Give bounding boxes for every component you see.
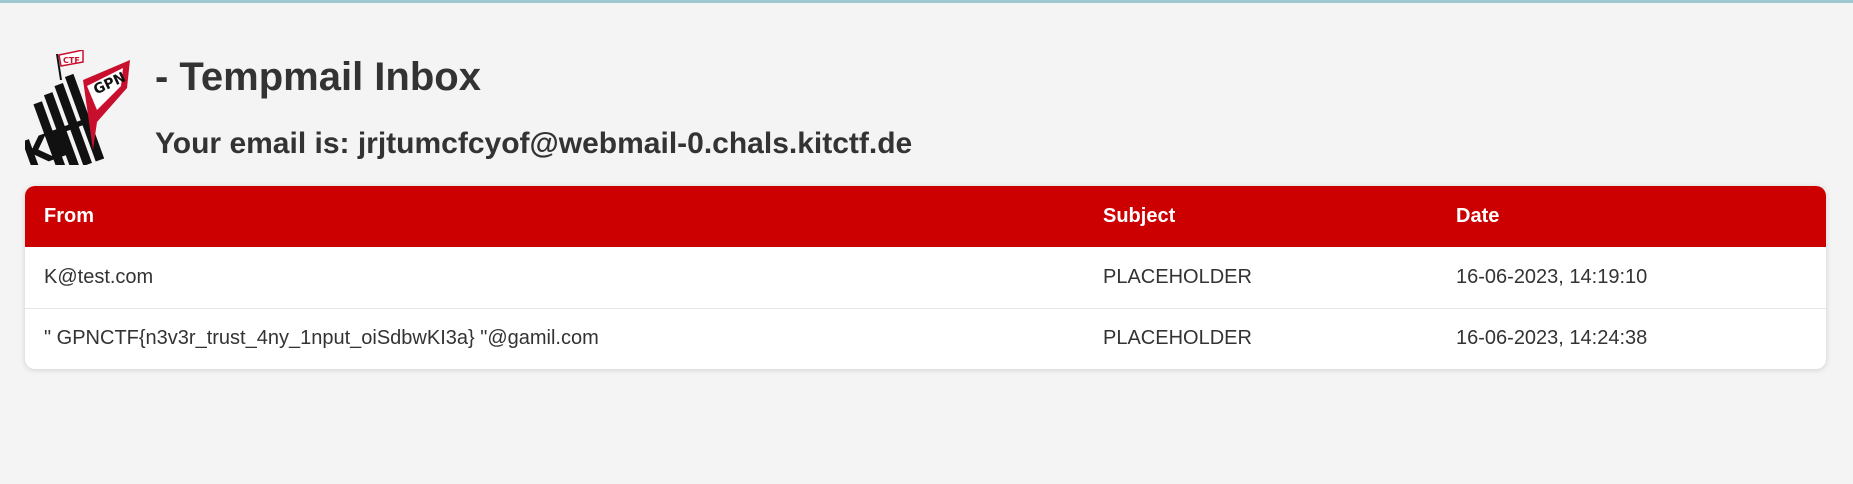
email-address-label: Your email is: jrjtumcfcyof@webmail-0.ch… xyxy=(155,127,913,160)
cell-from: " GPNCTF{n3v3r_trust_4ny_1nput_oiSdbwKI3… xyxy=(25,307,1084,369)
cell-subject: PLACEHOLDER xyxy=(1103,265,1252,288)
table-row[interactable]: " GPNCTF{n3v3r_trust_4ny_1nput_oiSdbwKI3… xyxy=(25,307,1826,369)
column-header-from: From xyxy=(44,205,94,227)
column-header-date: Date xyxy=(1456,205,1500,227)
svg-text:CTF: CTF xyxy=(63,56,80,65)
cell-from: K@test.com xyxy=(44,265,154,288)
cell-subject: PLACEHOLDER xyxy=(1084,307,1437,369)
page-title: - Tempmail Inbox xyxy=(155,55,481,99)
kit-gpn-ctf-logo: KIT GPN CTF xyxy=(25,50,130,165)
inbox-table: From Subject Date K@test.com PLACEHOLDER… xyxy=(25,186,1826,369)
table-row[interactable]: K@test.com PLACEHOLDER 16-06-2023, 14:19… xyxy=(25,247,1826,308)
cell-date: 16-06-2023, 14:19:10 xyxy=(1456,265,1648,288)
window-top-border xyxy=(0,0,1853,3)
column-header-subject: Subject xyxy=(1103,205,1176,227)
page-header: KIT GPN CTF - Tempmail Inbox Your email … xyxy=(25,50,925,165)
table-header-row: From Subject Date xyxy=(25,186,1826,247)
cell-date: 16-06-2023, 14:24:38 xyxy=(1437,307,1826,369)
